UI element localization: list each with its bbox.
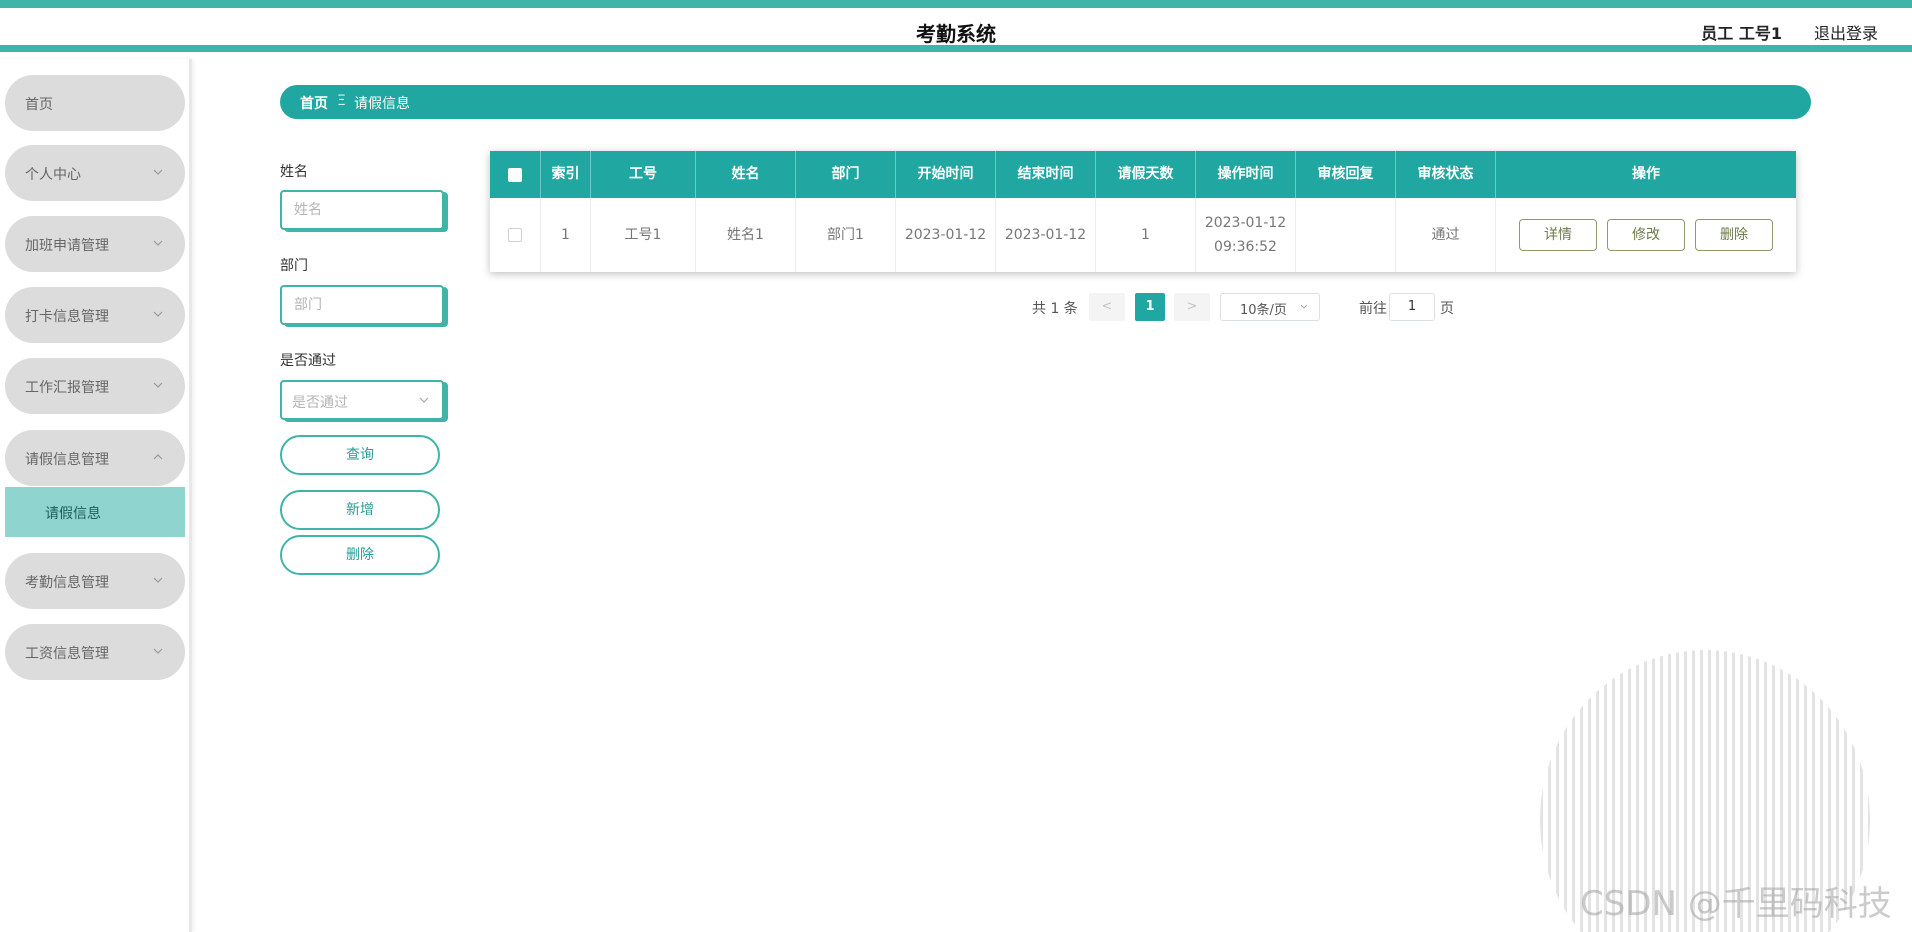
sidebar-item-label: 工资信息管理 <box>25 646 109 662</box>
sidebar-item-label: 加班申请管理 <box>25 238 109 254</box>
chevron-down-icon <box>153 382 163 388</box>
next-page-button[interactable]: > <box>1174 293 1210 321</box>
edit-button[interactable]: 修改 <box>1607 219 1685 251</box>
column-header: 部门 <box>796 151 896 198</box>
sidebar-item-label: 考勤信息管理 <box>25 575 109 591</box>
sidebar-item-overtime[interactable]: 加班申请管理 <box>5 216 185 272</box>
breadcrumb-home[interactable]: 首页 <box>300 93 328 113</box>
sidebar-item-leave[interactable]: 请假信息管理 <box>5 430 185 486</box>
column-header: 结束时间 <box>996 151 1096 198</box>
chevron-down-icon <box>153 577 163 583</box>
sidebar: 首页 个人中心 加班申请管理 打卡信息管理 工作汇报管理 请假信息管理 请假信息… <box>0 59 192 932</box>
logout-link[interactable]: 退出登录 <box>1814 20 1878 44</box>
op-date: 2023-01-12 <box>1204 215 1287 231</box>
sidebar-item-personal-center[interactable]: 个人中心 <box>5 145 185 201</box>
prev-page-button[interactable]: < <box>1089 293 1125 321</box>
chevron-down-icon <box>1300 304 1308 309</box>
sidebar-item-clock-in[interactable]: 打卡信息管理 <box>5 287 185 343</box>
row-checkbox[interactable] <box>508 228 522 242</box>
chevron-down-icon <box>153 240 163 246</box>
sidebar-item-home[interactable]: 首页 <box>5 75 185 131</box>
column-header: 操作时间 <box>1196 151 1296 198</box>
row-select-cell <box>490 198 541 272</box>
sidebar-item-work-report[interactable]: 工作汇报管理 <box>5 358 185 414</box>
table-header: 索引 工号 姓名 部门 开始时间 结束时间 请假天数 操作时间 审核回复 审核状… <box>490 151 1796 198</box>
page-suffix: 页 <box>1440 301 1454 317</box>
delete-button[interactable]: 删除 <box>1695 219 1773 251</box>
header: 考勤系统 员工 工号1 退出登录 <box>0 8 1912 52</box>
current-page-button[interactable]: 1 <box>1135 293 1165 321</box>
pass-select[interactable]: 是否通过 <box>280 380 444 420</box>
dept-input[interactable] <box>282 287 442 323</box>
cell-days: 1 <box>1096 198 1196 272</box>
chevron-up-icon <box>153 454 163 460</box>
chevron-down-icon <box>153 648 163 654</box>
cell-start: 2023-01-12 <box>896 198 996 272</box>
add-button[interactable]: 新增 <box>280 490 440 530</box>
cell-dept: 部门1 <box>796 198 896 272</box>
current-user: 员工 工号1 <box>1701 24 1782 43</box>
name-field-wrapper <box>280 190 444 230</box>
select-all-checkbox[interactable] <box>508 167 522 182</box>
header-accent-bar <box>0 0 1912 8</box>
name-label: 姓名 <box>280 164 308 180</box>
detail-button[interactable]: 详情 <box>1519 219 1597 251</box>
cell-op-time: 2023-01-12 09:36:52 <box>1196 198 1296 272</box>
page-size-select[interactable]: 10条/页 <box>1220 293 1320 321</box>
column-header: 请假天数 <box>1096 151 1196 198</box>
batch-delete-button[interactable]: 删除 <box>280 535 440 575</box>
sidebar-subitem-label: 请假信息 <box>45 506 101 522</box>
column-header: 审核状态 <box>1396 151 1496 198</box>
pass-label: 是否通过 <box>280 353 336 369</box>
op-time: 09:36:52 <box>1214 239 1277 255</box>
query-button[interactable]: 查询 <box>280 435 440 475</box>
cell-end: 2023-01-12 <box>996 198 1096 272</box>
app-title: 考勤系统 <box>916 22 996 46</box>
sidebar-item-label: 首页 <box>25 97 53 113</box>
name-input[interactable] <box>282 192 442 228</box>
leave-table: 索引 工号 姓名 部门 开始时间 结束时间 请假天数 操作时间 审核回复 审核状… <box>490 151 1796 272</box>
cell-index: 1 <box>541 198 591 272</box>
table-row: 1 工号1 姓名1 部门1 2023-01-12 2023-01-12 1 20… <box>490 198 1796 272</box>
sidebar-item-attendance[interactable]: 考勤信息管理 <box>5 553 185 609</box>
chevron-down-icon <box>153 311 163 317</box>
cell-actions: 详情 修改 删除 <box>1496 198 1796 272</box>
column-header: 索引 <box>541 151 591 198</box>
column-header: 开始时间 <box>896 151 996 198</box>
pass-select-placeholder: 是否通过 <box>292 395 348 411</box>
sidebar-item-label: 工作汇报管理 <box>25 380 109 396</box>
sidebar-item-salary[interactable]: 工资信息管理 <box>5 624 185 680</box>
sidebar-item-label: 请假信息管理 <box>25 452 109 468</box>
cell-reply <box>1296 198 1396 272</box>
column-header: 姓名 <box>696 151 796 198</box>
column-header: 审核回复 <box>1296 151 1396 198</box>
cell-name: 姓名1 <box>696 198 796 272</box>
chevron-down-icon <box>153 169 163 175</box>
column-header: 操作 <box>1632 166 1660 182</box>
breadcrumb-separator: Ξ <box>337 93 346 109</box>
dept-field-wrapper <box>280 285 444 325</box>
sidebar-subitem-leave-info[interactable]: 请假信息 <box>5 487 185 537</box>
column-header: 工号 <box>591 151 696 198</box>
goto-label: 前往 <box>1359 301 1387 317</box>
dept-label: 部门 <box>280 258 308 274</box>
cell-status: 通过 <box>1396 198 1496 272</box>
breadcrumb: 首页 Ξ 请假信息 <box>280 85 1811 119</box>
cell-emp-no: 工号1 <box>591 198 696 272</box>
chevron-down-icon <box>419 397 429 403</box>
breadcrumb-current: 请假信息 <box>354 96 410 112</box>
goto-page-input[interactable]: 1 <box>1389 293 1435 321</box>
pagination-total: 共 1 条 <box>1032 301 1078 317</box>
select-all-cell <box>490 151 541 198</box>
sidebar-item-label: 打卡信息管理 <box>25 309 109 325</box>
sidebar-item-label: 个人中心 <box>25 167 81 183</box>
page-size-value: 10条/页 <box>1240 303 1287 318</box>
watermark: CSDN @千里码科技 <box>1580 884 1892 924</box>
